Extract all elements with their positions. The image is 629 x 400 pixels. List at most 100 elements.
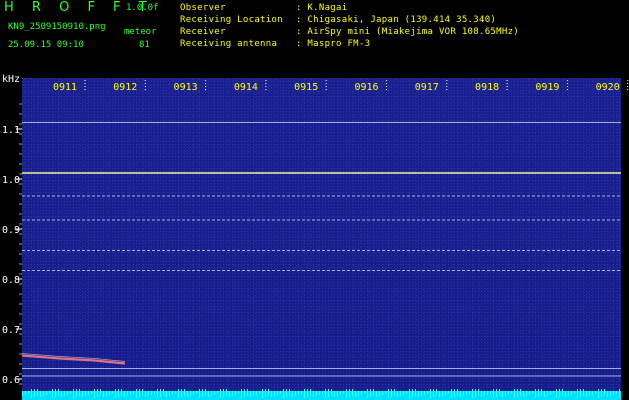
noise-spike — [271, 391, 272, 397]
noise-spike — [448, 391, 449, 394]
noise-spike — [37, 389, 38, 396]
noise-spike — [412, 389, 413, 397]
noise-spike — [265, 389, 266, 397]
noise-spike — [187, 391, 188, 397]
noise-spike — [163, 389, 164, 396]
time-tick-label: 0918 — [475, 82, 499, 93]
noise-spike — [460, 391, 461, 397]
noise-spike — [577, 389, 578, 398]
noise-spike — [103, 391, 104, 397]
noise-spike — [64, 391, 65, 396]
noise-spike — [232, 391, 233, 396]
noise-spike — [466, 391, 467, 395]
noise-spike — [148, 391, 149, 396]
noise-spike — [352, 389, 353, 396]
noise-spike — [529, 391, 530, 395]
noise-spike — [556, 389, 557, 398]
noise-spike — [172, 391, 173, 395]
time-tick-label: 0917 — [415, 82, 439, 93]
noise-spike — [517, 389, 518, 397]
noise-spike — [385, 391, 386, 394]
noise-spike — [235, 391, 236, 395]
noise-spike — [295, 391, 296, 396]
noise-spike — [304, 389, 305, 398]
noise-spike — [160, 389, 161, 397]
noise-spike — [346, 389, 347, 398]
noise-spike — [268, 389, 269, 396]
noise-spike — [262, 389, 263, 398]
noise-spike — [607, 391, 608, 397]
noise-spike — [106, 391, 107, 396]
noise-spike — [340, 391, 341, 395]
noise-spike — [115, 389, 116, 398]
noise-spike — [157, 389, 158, 398]
noise-spike — [544, 391, 545, 397]
noise-spike — [409, 389, 410, 398]
noise-spike — [469, 391, 470, 394]
noise-spike — [616, 391, 617, 394]
noise-spike — [331, 389, 332, 396]
noise-spike — [199, 389, 200, 398]
noise-spike — [550, 391, 551, 395]
time-tick-label: 0913 — [174, 82, 198, 93]
noise-spike — [589, 391, 590, 396]
noise-spike — [274, 391, 275, 396]
noise-spike — [49, 391, 50, 394]
noise-spike — [532, 391, 533, 394]
noise-spike — [424, 391, 425, 395]
spectrogram-overlay: 0911 0912 0913 0914 0915 0916 0917 0918 0919 0920… — [2, 80, 629, 400]
noise-spike — [247, 389, 248, 396]
noise-spike — [22, 391, 23, 396]
noise-spike — [301, 391, 302, 394]
noise-spike — [133, 391, 134, 394]
noise-spike — [478, 389, 479, 396]
noise-spike — [142, 389, 143, 396]
noise-spike — [442, 391, 443, 396]
noise-spike — [484, 391, 485, 396]
noise-spike — [190, 391, 191, 396]
noise-spike — [583, 389, 584, 396]
noise-spike — [520, 389, 521, 396]
noise-spike — [283, 389, 284, 398]
noise-spike — [214, 391, 215, 395]
noise-spike — [124, 391, 125, 397]
frequency-tick-label: 0.8 — [2, 275, 20, 286]
noise-spike — [496, 389, 497, 397]
noise-spike — [229, 391, 230, 397]
noise-spike — [319, 391, 320, 395]
noise-spike — [40, 391, 41, 397]
noise-spike — [25, 391, 26, 395]
noise-spike — [322, 391, 323, 394]
noise-spike — [382, 391, 383, 395]
noise-spike — [184, 389, 185, 396]
noise-spike — [109, 391, 110, 395]
noise-spike — [121, 389, 122, 396]
noise-spike — [286, 389, 287, 397]
noise-spike — [547, 391, 548, 396]
noise-spike — [82, 391, 83, 397]
time-tick-label: 0912 — [113, 82, 137, 93]
frequency-tick-label: 0.9 — [2, 225, 20, 236]
noise-spike — [406, 391, 407, 394]
noise-spike — [310, 389, 311, 396]
noise-spike — [445, 391, 446, 395]
noise-spike — [367, 389, 368, 398]
noise-spike — [415, 389, 416, 396]
noise-spike — [592, 391, 593, 395]
noise-spike — [472, 389, 473, 398]
noise-spike — [202, 389, 203, 397]
noise-spike — [562, 389, 563, 396]
noise-spike — [223, 389, 224, 397]
noise-spike — [280, 391, 281, 394]
noise-spike — [463, 391, 464, 396]
noise-spike — [364, 391, 365, 394]
noise-spike — [502, 391, 503, 397]
noise-spike — [256, 391, 257, 395]
noise-spike — [427, 391, 428, 394]
noise-floor-band — [22, 391, 621, 400]
noise-spike — [169, 391, 170, 396]
noise-spike — [67, 391, 68, 395]
noise-spike — [505, 391, 506, 396]
noise-spike — [586, 391, 587, 397]
noise-spike — [430, 389, 431, 398]
